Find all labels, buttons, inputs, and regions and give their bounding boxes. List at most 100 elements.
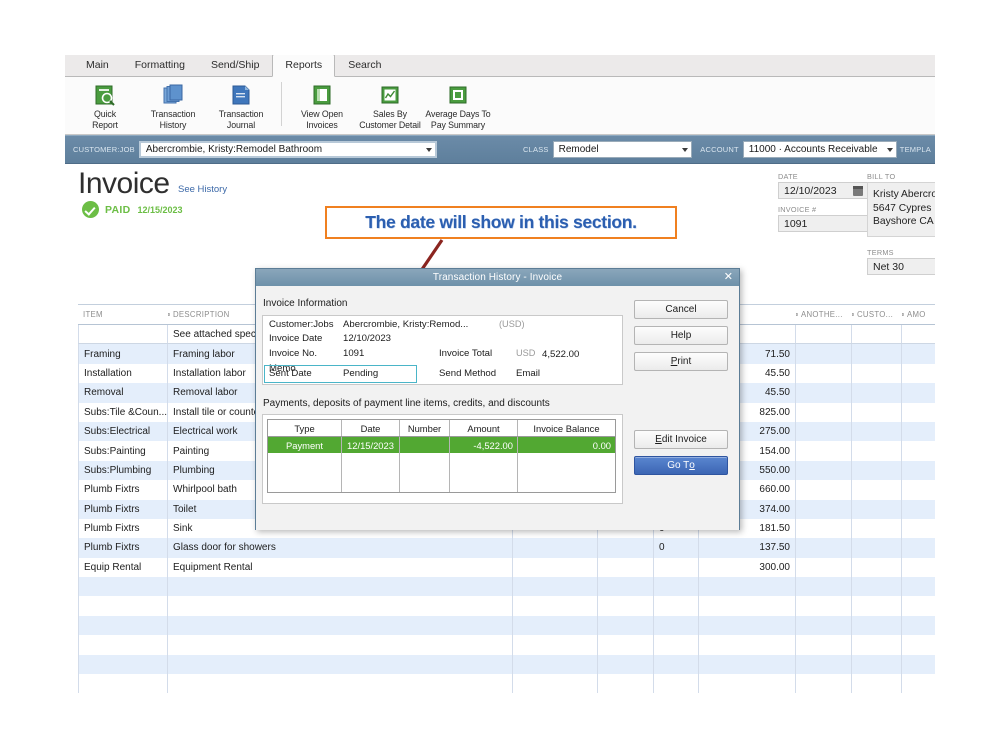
cell-custo[interactable]: [852, 480, 902, 499]
cell-blank[interactable]: [513, 674, 598, 693]
cell-description[interactable]: [168, 596, 513, 615]
cell-item[interactable]: Equip Rental: [78, 558, 168, 577]
cell-amount[interactable]: [902, 616, 935, 635]
cell-blank[interactable]: [598, 538, 654, 557]
cell-rate[interactable]: [699, 674, 796, 693]
cell-another[interactable]: [796, 364, 852, 383]
col-header-another[interactable]: ANOTHE...: [796, 310, 852, 319]
cell-description[interactable]: [168, 655, 513, 674]
sales-by-customer-detail-button[interactable]: Sales By Customer Detail: [356, 82, 424, 131]
cell-item[interactable]: [78, 674, 168, 693]
cell-another[interactable]: [796, 325, 852, 343]
cell-custo[interactable]: [852, 538, 902, 557]
tab-search[interactable]: Search: [335, 55, 394, 76]
cell-custo[interactable]: [852, 519, 902, 538]
cell-item[interactable]: [78, 325, 168, 343]
cell-item[interactable]: Installation: [78, 364, 168, 383]
cell-amount[interactable]: [902, 441, 935, 460]
cell-another[interactable]: [796, 558, 852, 577]
customer-job-select[interactable]: Abercrombie, Kristy:Remodel Bathroom: [139, 141, 437, 158]
tab-reports[interactable]: Reports: [272, 55, 335, 77]
cell-blank[interactable]: [513, 635, 598, 654]
cell-qty[interactable]: [654, 616, 699, 635]
cell-amount[interactable]: [902, 480, 935, 499]
cell-rate[interactable]: [699, 596, 796, 615]
cell-item[interactable]: Plumb Fixtrs: [78, 480, 168, 499]
cell-rate[interactable]: [699, 635, 796, 654]
cell-rate[interactable]: [699, 655, 796, 674]
cell-item[interactable]: [78, 577, 168, 596]
cell-item[interactable]: [78, 596, 168, 615]
cell-blank[interactable]: [598, 655, 654, 674]
dialog-title-bar[interactable]: Transaction History - Invoice ✕: [256, 269, 739, 286]
cell-description[interactable]: Equipment Rental: [168, 558, 513, 577]
cell-blank[interactable]: [513, 616, 598, 635]
cell-blank[interactable]: [598, 596, 654, 615]
see-history-link[interactable]: See History: [178, 184, 227, 195]
cell-custo[interactable]: [852, 344, 902, 363]
table-row[interactable]: [78, 655, 935, 674]
col-header-custo[interactable]: CUSTO...: [852, 310, 902, 319]
cell-custo[interactable]: [852, 596, 902, 615]
cell-amount[interactable]: [902, 635, 935, 654]
payments-empty-area[interactable]: [268, 453, 615, 492]
payments-table-row[interactable]: Payment 12/15/2023 -4,522.00 0.00: [268, 437, 615, 453]
cell-blank[interactable]: [598, 558, 654, 577]
transaction-journal-button[interactable]: Transaction Journal: [207, 82, 275, 131]
cell-blank[interactable]: [513, 538, 598, 557]
cell-amount[interactable]: [902, 500, 935, 519]
cell-description[interactable]: [168, 616, 513, 635]
quick-report-button[interactable]: Quick Report: [71, 82, 139, 131]
cell-another[interactable]: [796, 635, 852, 654]
cell-rate[interactable]: [699, 616, 796, 635]
cell-item[interactable]: Framing: [78, 344, 168, 363]
transaction-history-button[interactable]: Transaction History: [139, 82, 207, 131]
tab-formatting[interactable]: Formatting: [122, 55, 198, 76]
help-button[interactable]: Help: [634, 326, 728, 345]
cell-rate[interactable]: [699, 577, 796, 596]
cell-custo[interactable]: [852, 441, 902, 460]
close-icon[interactable]: ✕: [724, 270, 733, 285]
cell-amount[interactable]: [902, 558, 935, 577]
cell-another[interactable]: [796, 441, 852, 460]
table-row[interactable]: Plumb FixtrsGlass door for showers0137.5…: [78, 538, 935, 557]
terms-field[interactable]: Net 30: [867, 258, 935, 275]
cell-qty[interactable]: [654, 635, 699, 654]
cancel-button[interactable]: Cancel: [634, 300, 728, 319]
account-select[interactable]: 11000 · Accounts Receivable: [743, 141, 897, 158]
cell-custo[interactable]: [852, 325, 902, 343]
cell-blank[interactable]: [513, 558, 598, 577]
cell-custo[interactable]: [852, 635, 902, 654]
cell-custo[interactable]: [852, 655, 902, 674]
tab-main[interactable]: Main: [73, 55, 122, 76]
cell-another[interactable]: [796, 422, 852, 441]
cell-item[interactable]: Plumb Fixtrs: [78, 538, 168, 557]
cell-custo[interactable]: [852, 500, 902, 519]
cell-another[interactable]: [796, 616, 852, 635]
cell-qty[interactable]: 0: [654, 538, 699, 557]
cell-amount[interactable]: [902, 577, 935, 596]
invoice-number-field[interactable]: 1091: [778, 215, 868, 232]
cell-another[interactable]: [796, 461, 852, 480]
cell-custo[interactable]: [852, 577, 902, 596]
cell-item[interactable]: Subs:Plumbing: [78, 461, 168, 480]
cell-amount[interactable]: [902, 596, 935, 615]
cell-blank[interactable]: [598, 674, 654, 693]
cell-item[interactable]: Plumb Fixtrs: [78, 519, 168, 538]
bill-to-field[interactable]: Kristy Abercro 5647 Cypres Bayshore CA: [867, 182, 935, 237]
average-days-to-pay-button[interactable]: Average Days To Pay Summary: [424, 82, 492, 131]
cell-another[interactable]: [796, 596, 852, 615]
edit-invoice-button[interactable]: Edit Invoice: [634, 430, 728, 449]
cell-amount[interactable]: [902, 403, 935, 422]
table-row[interactable]: [78, 596, 935, 615]
print-button[interactable]: Print: [634, 352, 728, 371]
cell-another[interactable]: [796, 577, 852, 596]
cell-qty[interactable]: [654, 577, 699, 596]
cell-custo[interactable]: [852, 674, 902, 693]
cell-amount[interactable]: [902, 461, 935, 480]
cell-description[interactable]: [168, 635, 513, 654]
date-field[interactable]: 12/10/2023: [778, 182, 868, 199]
cell-blank[interactable]: [598, 616, 654, 635]
cell-amount[interactable]: [902, 422, 935, 441]
cell-amount[interactable]: [902, 364, 935, 383]
